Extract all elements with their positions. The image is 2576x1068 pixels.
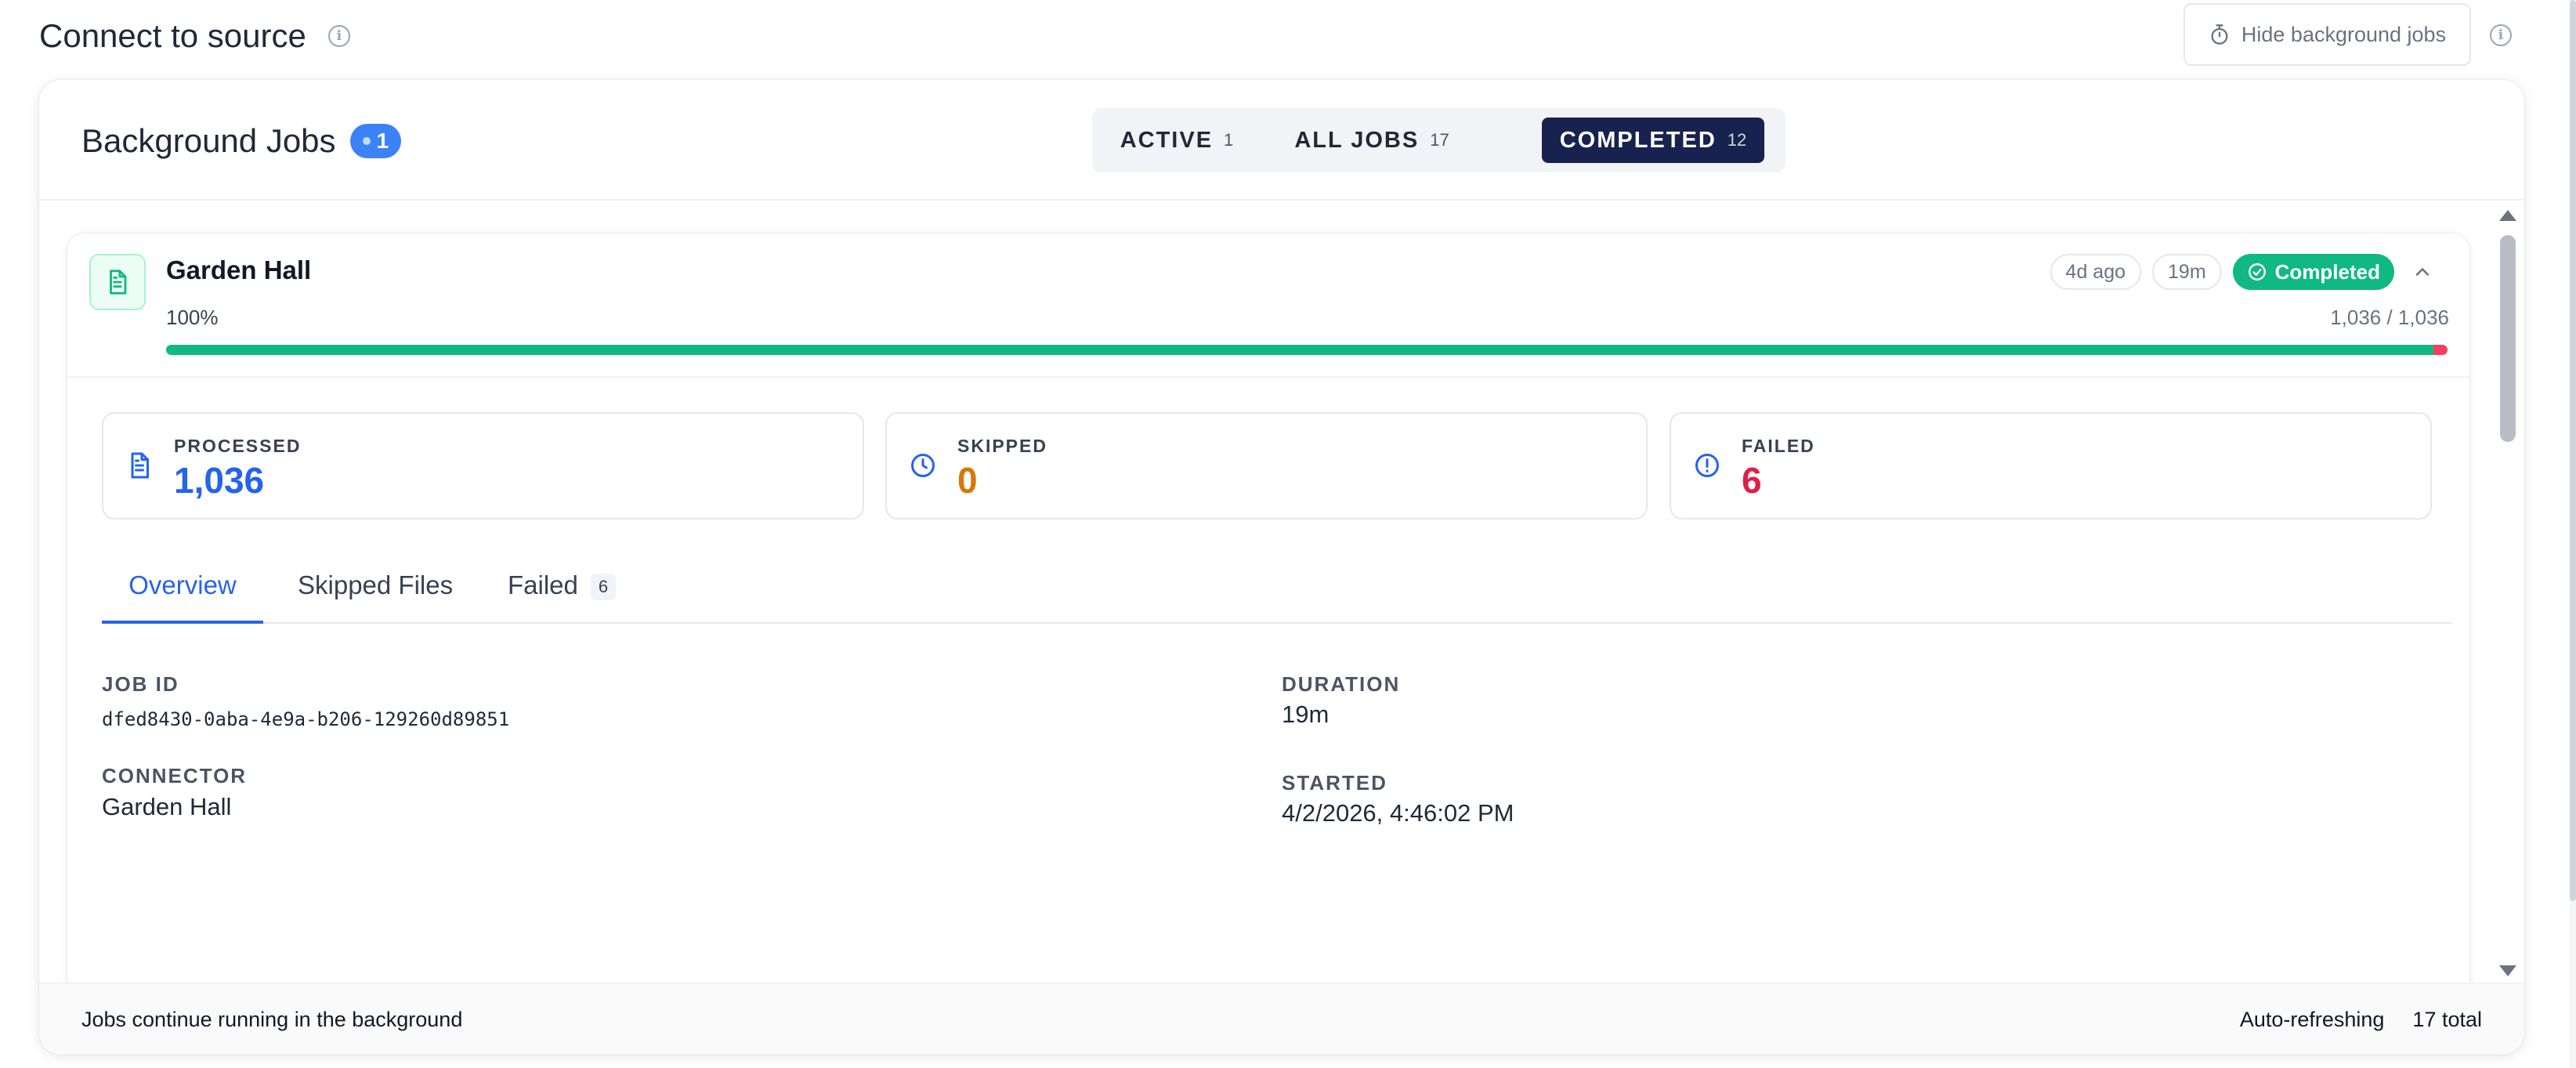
- progress-failed-segment: [2433, 345, 2448, 355]
- job-id-value: dfed8430-0aba-4e9a-b206-129260d89851: [102, 708, 510, 730]
- panel-title-group: Background Jobs 1: [81, 122, 402, 160]
- scroll-thumb[interactable]: [2500, 235, 2516, 442]
- panel-title: Background Jobs: [81, 122, 336, 159]
- started-label: STARTED: [1282, 771, 1387, 795]
- failed-stat-card: FAILED 6: [1670, 412, 2432, 520]
- duration-value: 19m: [1282, 701, 1330, 728]
- filter-all-jobs[interactable]: ALL JOBS 17: [1277, 118, 1467, 163]
- job-meta: 4d ago 19m Completed: [2050, 254, 2433, 290]
- job-duration-chip: 19m: [2152, 254, 2222, 290]
- stat-value: 1,036: [174, 460, 265, 501]
- tab-label: Skipped Files: [298, 570, 454, 599]
- clock-icon: [911, 454, 935, 477]
- status-label: Completed: [2274, 259, 2380, 284]
- tab-skipped-files[interactable]: Skipped Files: [298, 566, 453, 624]
- panel-footer: Jobs continue running in the background …: [39, 983, 2524, 1055]
- stat-label: FAILED: [1742, 436, 1815, 456]
- tab-label: Failed: [508, 570, 578, 599]
- page-scroll-thumb[interactable]: [2570, 0, 2576, 901]
- filter-label: ACTIVE: [1120, 127, 1214, 153]
- page-header: Connect to source i: [39, 17, 350, 55]
- jobs-list[interactable]: Garden Hall 100% 1,036 / 1,036 4d ago 19…: [39, 202, 2524, 1017]
- footer-status: Auto-refreshing 17 total: [2240, 1008, 2482, 1032]
- scroll-down-arrow[interactable]: [2499, 965, 2516, 976]
- document-icon: [110, 270, 127, 295]
- jobs-scrollbar[interactable]: [2498, 204, 2518, 976]
- tab-label: Overview: [128, 570, 237, 599]
- info-icon[interactable]: i: [2490, 24, 2512, 46]
- total-count: 17 total: [2412, 1008, 2482, 1031]
- job-id-label: JOB ID: [102, 672, 179, 696]
- job-name: Garden Hall: [166, 255, 312, 284]
- info-icon[interactable]: i: [327, 25, 350, 47]
- progress-fill: [166, 345, 2448, 355]
- stat-value: 6: [1742, 460, 1762, 501]
- status-dot: [362, 137, 371, 145]
- scroll-up-arrow[interactable]: [2499, 210, 2516, 221]
- skipped-stat-card: SKIPPED 0: [885, 412, 1648, 520]
- hide-background-jobs-button[interactable]: Hide background jobs: [2183, 3, 2471, 66]
- page-scrollbar[interactable]: [2570, 0, 2576, 1068]
- auto-refresh-label: Auto-refreshing: [2239, 1008, 2385, 1031]
- footer-note: Jobs continue running in the background: [81, 1008, 463, 1031]
- stat-value: 0: [957, 460, 978, 501]
- failed-count-badge: 6: [590, 574, 617, 600]
- stat-label: SKIPPED: [957, 436, 1047, 456]
- hide-background-jobs-label: Hide background jobs: [2241, 22, 2447, 46]
- job-detail-tabs: Overview Skipped Files Failed 6: [102, 555, 2452, 624]
- page: Connect to source i Hide background jobs…: [0, 0, 2576, 1068]
- filter-completed[interactable]: COMPLETED 12: [1542, 118, 1764, 163]
- check-circle-icon: [2248, 263, 2266, 281]
- job-type-badge: [89, 254, 146, 310]
- job-age-chip: 4d ago: [2050, 254, 2142, 290]
- progress-percent: 100%: [166, 306, 219, 329]
- filter-label: COMPLETED: [1559, 127, 1717, 153]
- filter-active[interactable]: ACTIVE 1: [1109, 118, 1244, 163]
- page-title: Connect to source: [39, 17, 306, 54]
- stopwatch-icon: [2211, 24, 2228, 45]
- status-badge: Completed: [2232, 254, 2394, 290]
- progress-bar: [166, 345, 2448, 355]
- filter-count: 17: [1430, 130, 1449, 150]
- active-count: 1: [376, 129, 389, 153]
- connector-label: CONNECTOR: [102, 764, 248, 787]
- started-value: 4/2/2026, 4:46:02 PM: [1282, 799, 1514, 827]
- filter-count: 1: [1224, 130, 1234, 150]
- filter-label: ALL JOBS: [1294, 127, 1420, 153]
- connector-value: Garden Hall: [102, 793, 232, 820]
- job-filter-segmented-control: ACTIVE 1 ALL JOBS 17 COMPLETED 12: [1092, 108, 1785, 172]
- document-icon: [131, 452, 149, 479]
- alert-circle-icon: [1695, 454, 1719, 477]
- stat-label: PROCESSED: [174, 436, 302, 456]
- duration-label: DURATION: [1282, 672, 1401, 696]
- background-jobs-panel: Background Jobs 1 ACTIVE 1 ALL JOBS 17 C…: [39, 80, 2524, 1055]
- tab-overview[interactable]: Overview: [102, 566, 263, 624]
- job-card: Garden Hall 100% 1,036 / 1,036 4d ago 19…: [67, 234, 2469, 1017]
- chevron-up-icon[interactable]: [2411, 261, 2433, 283]
- filter-count: 12: [1727, 130, 1747, 150]
- job-card-header[interactable]: Garden Hall 100% 1,036 / 1,036 4d ago 19…: [67, 234, 2469, 378]
- progress-ratio: 1,036 / 1,036: [2330, 306, 2449, 329]
- active-count-badge: 1: [349, 124, 402, 158]
- processed-stat-card: PROCESSED 1,036: [102, 412, 864, 520]
- panel-header: Background Jobs 1 ACTIVE 1 ALL JOBS 17 C…: [39, 80, 2524, 201]
- tab-failed[interactable]: Failed 6: [508, 566, 617, 624]
